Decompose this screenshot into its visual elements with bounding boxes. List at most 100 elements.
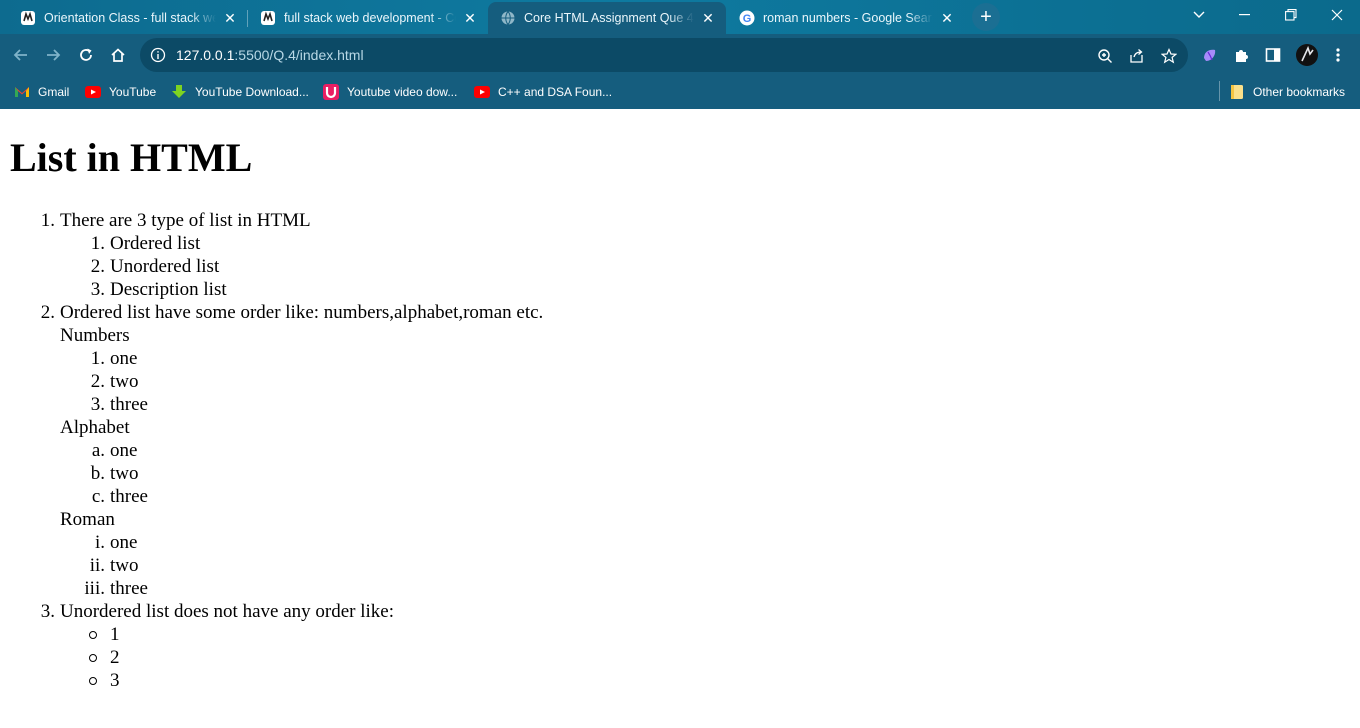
sublist-heading-roman: Roman xyxy=(60,509,115,530)
bookmark-label: YouTube xyxy=(109,85,157,99)
list-item-text: three xyxy=(110,486,148,507)
page-title: List in HTML xyxy=(10,135,253,180)
tab-title: roman numbers - Google Search xyxy=(763,11,933,25)
list-item-text: Ordered list xyxy=(110,233,201,254)
other-bookmarks-label: Other bookmarks xyxy=(1253,85,1346,99)
list-item-text: two xyxy=(110,555,139,576)
other-bookmarks[interactable]: Other bookmarks xyxy=(1229,82,1345,102)
list-marker: a. xyxy=(91,440,105,461)
sublist-heading-alphabet: Alphabet xyxy=(60,417,130,438)
sublist-heading-numbers: Numbers xyxy=(60,325,130,346)
list-marker: b. xyxy=(90,463,105,484)
bookmark-label: Youtube video dow... xyxy=(347,85,458,99)
site-favicon-icon xyxy=(260,10,276,26)
list-marker: 1. xyxy=(90,233,105,254)
youtube-icon xyxy=(85,84,101,100)
list-item-text: 1 xyxy=(110,624,120,645)
list-marker: 1. xyxy=(90,348,105,369)
list-item-text: one xyxy=(110,532,138,553)
list-marker: i. xyxy=(94,532,105,553)
close-tab-icon[interactable]: ✕ xyxy=(222,10,238,26)
list-item-text: two xyxy=(110,463,139,484)
bookmark-youtube-video-dow[interactable]: Youtube video dow... xyxy=(323,82,457,102)
list-item-text: 2 xyxy=(110,647,120,668)
tab-roman-numbers[interactable]: G roman numbers - Google Search ✕ xyxy=(727,2,965,34)
extension-icon[interactable] xyxy=(1200,45,1220,65)
list-item-text: Ordered list have some order like: numbe… xyxy=(60,302,544,323)
list-item-text: There are 3 type of list in HTML xyxy=(60,210,311,231)
gmail-icon xyxy=(14,84,30,100)
browser-toolbar: 127.0.0.1:5500/Q.4/index.html xyxy=(0,34,1360,76)
address-bar[interactable]: 127.0.0.1:5500/Q.4/index.html xyxy=(140,38,1188,72)
minimize-icon[interactable] xyxy=(1222,0,1268,30)
tab-orientation-class[interactable]: Orientation Class - full stack web ✕ xyxy=(8,2,248,34)
video-downloader-icon xyxy=(323,84,339,100)
list-item-text: Description list xyxy=(110,279,227,300)
zoom-icon[interactable] xyxy=(1096,47,1114,65)
site-info-icon[interactable] xyxy=(150,47,166,63)
tab-title: full stack web development - Cou xyxy=(284,11,456,25)
bookmark-youtube-download[interactable]: YouTube Download... xyxy=(171,82,309,102)
list-marker: 3. xyxy=(40,601,55,622)
bookmark-label: Gmail xyxy=(38,85,70,99)
circle-bullet-icon xyxy=(89,631,97,639)
profile-avatar[interactable] xyxy=(1296,44,1318,66)
list-marker: 2. xyxy=(90,371,105,392)
close-window-icon[interactable] xyxy=(1314,0,1360,30)
bookmark-label: YouTube Download... xyxy=(195,85,309,99)
list-marker: 3. xyxy=(90,279,105,300)
restore-icon[interactable] xyxy=(1268,0,1314,30)
bookmark-youtube[interactable]: YouTube xyxy=(85,82,156,102)
back-icon[interactable] xyxy=(9,43,33,67)
globe-icon xyxy=(500,10,516,26)
site-favicon-icon xyxy=(20,10,36,26)
url-text[interactable]: 127.0.0.1:5500/Q.4/index.html xyxy=(176,47,364,63)
list-item-text: Unordered list does not have any order l… xyxy=(60,601,394,622)
list-marker: ii. xyxy=(89,555,105,576)
close-tab-icon[interactable]: ✕ xyxy=(939,10,955,26)
list-item-text: three xyxy=(110,394,148,415)
tab-strip: Orientation Class - full stack web ✕ ful… xyxy=(0,0,1360,34)
tab-title: Orientation Class - full stack web xyxy=(44,11,216,25)
bookmark-gmail[interactable]: Gmail xyxy=(14,82,69,102)
close-tab-icon[interactable]: ✕ xyxy=(462,10,478,26)
home-icon[interactable] xyxy=(106,43,130,67)
list-item-text: one xyxy=(110,440,138,461)
list-item-text: two xyxy=(110,371,139,392)
list-marker: iii. xyxy=(84,578,105,599)
reload-icon[interactable] xyxy=(74,43,98,67)
tab-search-icon[interactable] xyxy=(1176,0,1222,30)
tab-core-html-assignment[interactable]: Core HTML Assignment Que 4 ✕ xyxy=(488,2,726,34)
google-icon: G xyxy=(739,10,755,26)
list-marker: 3. xyxy=(90,394,105,415)
kebab-menu-icon[interactable] xyxy=(1328,45,1348,65)
list-item-text: three xyxy=(110,578,148,599)
close-tab-icon[interactable]: ✕ xyxy=(700,10,716,26)
list-marker: c. xyxy=(91,486,105,507)
svg-text:G: G xyxy=(743,13,752,25)
folder-icon xyxy=(1229,84,1245,100)
list-marker: 2. xyxy=(90,256,105,277)
side-panel-icon[interactable] xyxy=(1263,45,1283,65)
list-item-text: Unordered list xyxy=(110,256,220,277)
bookmark-star-icon[interactable] xyxy=(1160,47,1178,65)
bookmarks-divider xyxy=(1219,81,1220,101)
bookmark-cpp-dsa[interactable]: C++ and DSA Foun... xyxy=(474,82,612,102)
bookmark-label: C++ and DSA Foun... xyxy=(498,85,613,99)
url-path: :5500/Q.4/index.html xyxy=(234,47,364,63)
tab-full-stack[interactable]: full stack web development - Cou ✕ xyxy=(248,2,488,34)
list-item-text: one xyxy=(110,348,138,369)
url-host: 127.0.0.1 xyxy=(176,47,235,63)
extensions-puzzle-icon[interactable] xyxy=(1232,45,1252,65)
list-marker: 2. xyxy=(40,302,55,323)
page-content: List in HTML 1. There are 3 type of list… xyxy=(0,109,1360,728)
list-item-text: 3 xyxy=(110,670,120,691)
tab-title: Core HTML Assignment Que 4 xyxy=(524,11,694,25)
browser-chrome: Orientation Class - full stack web ✕ ful… xyxy=(0,0,1360,109)
share-icon[interactable] xyxy=(1128,47,1146,65)
new-tab-button[interactable]: + xyxy=(972,3,1000,31)
circle-bullet-icon xyxy=(89,654,97,662)
youtube-icon xyxy=(474,84,490,100)
forward-icon[interactable] xyxy=(41,43,65,67)
list-marker: 1. xyxy=(40,210,55,231)
